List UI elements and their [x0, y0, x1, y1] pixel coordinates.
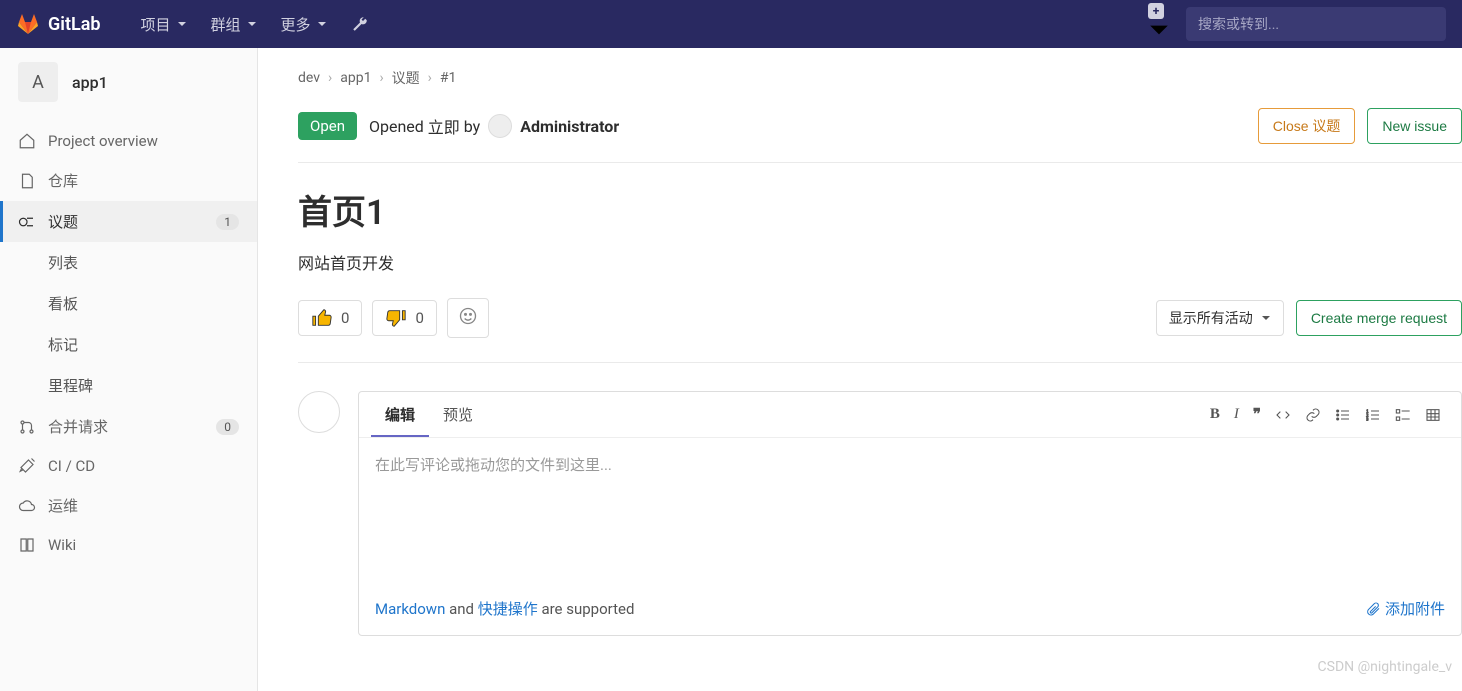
chevron-down-icon: [317, 19, 327, 29]
topmenu-plus[interactable]: +: [1148, 3, 1170, 45]
book-icon: [18, 536, 36, 554]
link-icon: [1305, 407, 1321, 423]
top-nav: GitLab 项目 群组 更多 + 搜索或转到...: [0, 0, 1462, 48]
rocket-icon: [18, 457, 36, 475]
brand[interactable]: GitLab: [16, 12, 101, 36]
close-issue-button[interactable]: Close 议题: [1258, 108, 1356, 144]
sidebar-item-mr[interactable]: 合并请求 0: [0, 406, 257, 447]
main-content: dev› app1› 议题› #1 Open Opened 立即 by Admi…: [258, 48, 1462, 691]
sidebar-item-issues[interactable]: 议题 1: [0, 201, 257, 242]
project-name: app1: [72, 73, 108, 92]
md-ol-button[interactable]: 123: [1365, 405, 1381, 424]
cloud-icon: [18, 497, 36, 515]
chevron-down-icon: [1148, 19, 1170, 41]
author-avatar[interactable]: [488, 114, 512, 138]
sidebar-item-overview[interactable]: Project overview: [0, 122, 257, 160]
thumbs-down-icon: [385, 307, 407, 329]
author-name[interactable]: Administrator: [520, 117, 619, 136]
topmenu-groups[interactable]: 群组: [199, 0, 269, 48]
sidebar-sub-board[interactable]: 看板: [0, 283, 257, 324]
thumbs-down-button[interactable]: 0: [372, 300, 436, 336]
add-reaction-button[interactable]: [447, 298, 489, 338]
comment-block: 编辑 预览 B I ❞ 123 在此写评论或拖动您的文件到这里...: [298, 391, 1462, 636]
sidebar-item-cicd[interactable]: CI / CD: [0, 447, 257, 485]
issue-description: 网站首页开发: [298, 250, 1462, 274]
sidebar-sub-labels[interactable]: 标记: [0, 324, 257, 365]
sidebar-item-repo[interactable]: 仓库: [0, 160, 257, 201]
svg-text:3: 3: [1366, 416, 1368, 421]
sidebar-sub-milestones[interactable]: 里程碑: [0, 365, 257, 406]
markdown-help-link[interactable]: Markdown: [375, 600, 445, 618]
comment-tabs: 编辑 预览 B I ❞ 123: [359, 392, 1461, 438]
comment-textarea[interactable]: 在此写评论或拖动您的文件到这里...: [359, 438, 1461, 588]
code-icon: [1275, 407, 1291, 423]
topmenu-admin-wrench[interactable]: [339, 0, 381, 48]
md-ul-button[interactable]: [1335, 405, 1351, 424]
thumbs-up-button[interactable]: 0: [298, 300, 362, 336]
md-bold-button[interactable]: B: [1210, 405, 1220, 424]
status-badge: Open: [298, 112, 357, 140]
project-header[interactable]: A app1: [0, 48, 257, 116]
sidebar-item-ops[interactable]: 运维: [0, 485, 257, 526]
tab-edit[interactable]: 编辑: [371, 392, 429, 437]
smile-icon: [458, 306, 478, 326]
search-input[interactable]: 搜索或转到...: [1186, 7, 1446, 41]
crumb-project[interactable]: app1: [340, 70, 371, 86]
sidebar-item-wiki[interactable]: Wiki: [0, 526, 257, 564]
wrench-icon: [351, 15, 369, 33]
md-quote-button[interactable]: ❞: [1253, 405, 1261, 424]
sidebar-nav: Project overview 仓库 议题 1 列表 看板 标记 里程碑 合并…: [0, 116, 257, 570]
chevron-down-icon: [1261, 313, 1271, 323]
issues-badge: 1: [216, 214, 239, 230]
md-code-button[interactable]: [1275, 405, 1291, 424]
sidebar-sub-list[interactable]: 列表: [0, 242, 257, 283]
comment-box: 编辑 预览 B I ❞ 123 在此写评论或拖动您的文件到这里...: [358, 391, 1462, 636]
gitlab-logo-icon: [16, 12, 40, 36]
md-link-button[interactable]: [1305, 405, 1321, 424]
breadcrumb: dev› app1› 议题› #1: [298, 68, 1462, 88]
table-icon: [1425, 407, 1441, 423]
list-ol-icon: 123: [1365, 407, 1381, 423]
attach-file-button[interactable]: 添加附件: [1365, 598, 1445, 619]
crumb-issues[interactable]: 议题: [392, 68, 420, 88]
reactions-bar: 0 0 显示所有活动 Create merge request: [298, 298, 1462, 363]
issue-title: 首页1: [298, 185, 1462, 234]
md-task-button[interactable]: [1395, 405, 1411, 424]
activity-filter-dropdown[interactable]: 显示所有活动: [1156, 300, 1284, 336]
paperclip-icon: [1365, 601, 1381, 617]
topmenu-projects[interactable]: 项目: [129, 0, 199, 48]
file-icon: [18, 172, 36, 190]
md-italic-button[interactable]: I: [1234, 405, 1239, 424]
thumbs-up-icon: [311, 307, 333, 329]
quick-actions-link[interactable]: 快捷操作: [478, 600, 538, 618]
opened-text: Opened 立即 by Administrator: [369, 114, 619, 138]
issues-icon: [18, 213, 36, 231]
tab-preview[interactable]: 预览: [429, 392, 487, 437]
merge-icon: [18, 418, 36, 436]
issue-header: Open Opened 立即 by Administrator Close 议题…: [298, 108, 1462, 163]
md-table-button[interactable]: [1425, 405, 1441, 424]
create-mr-button[interactable]: Create merge request: [1296, 300, 1462, 336]
sidebar: A app1 Project overview 仓库 议题 1 列表 看板 标记…: [0, 48, 258, 691]
list-task-icon: [1395, 407, 1411, 423]
project-avatar: A: [18, 62, 58, 102]
current-user-avatar: [298, 391, 340, 433]
mr-badge: 0: [216, 419, 239, 435]
brand-label: GitLab: [48, 14, 101, 35]
list-ul-icon: [1335, 407, 1351, 423]
home-icon: [18, 132, 36, 150]
comment-footer: Markdown and 快捷操作 are supported 添加附件: [359, 588, 1461, 635]
crumb-group[interactable]: dev: [298, 70, 320, 86]
top-menu: 项目 群组 更多: [129, 0, 381, 48]
crumb-id[interactable]: #1: [440, 70, 457, 86]
chevron-down-icon: [247, 19, 257, 29]
chevron-down-icon: [177, 19, 187, 29]
md-toolbar: B I ❞ 123: [1210, 405, 1449, 424]
new-issue-button[interactable]: New issue: [1367, 108, 1462, 144]
plus-icon: +: [1148, 3, 1164, 19]
topmenu-more[interactable]: 更多: [269, 0, 339, 48]
